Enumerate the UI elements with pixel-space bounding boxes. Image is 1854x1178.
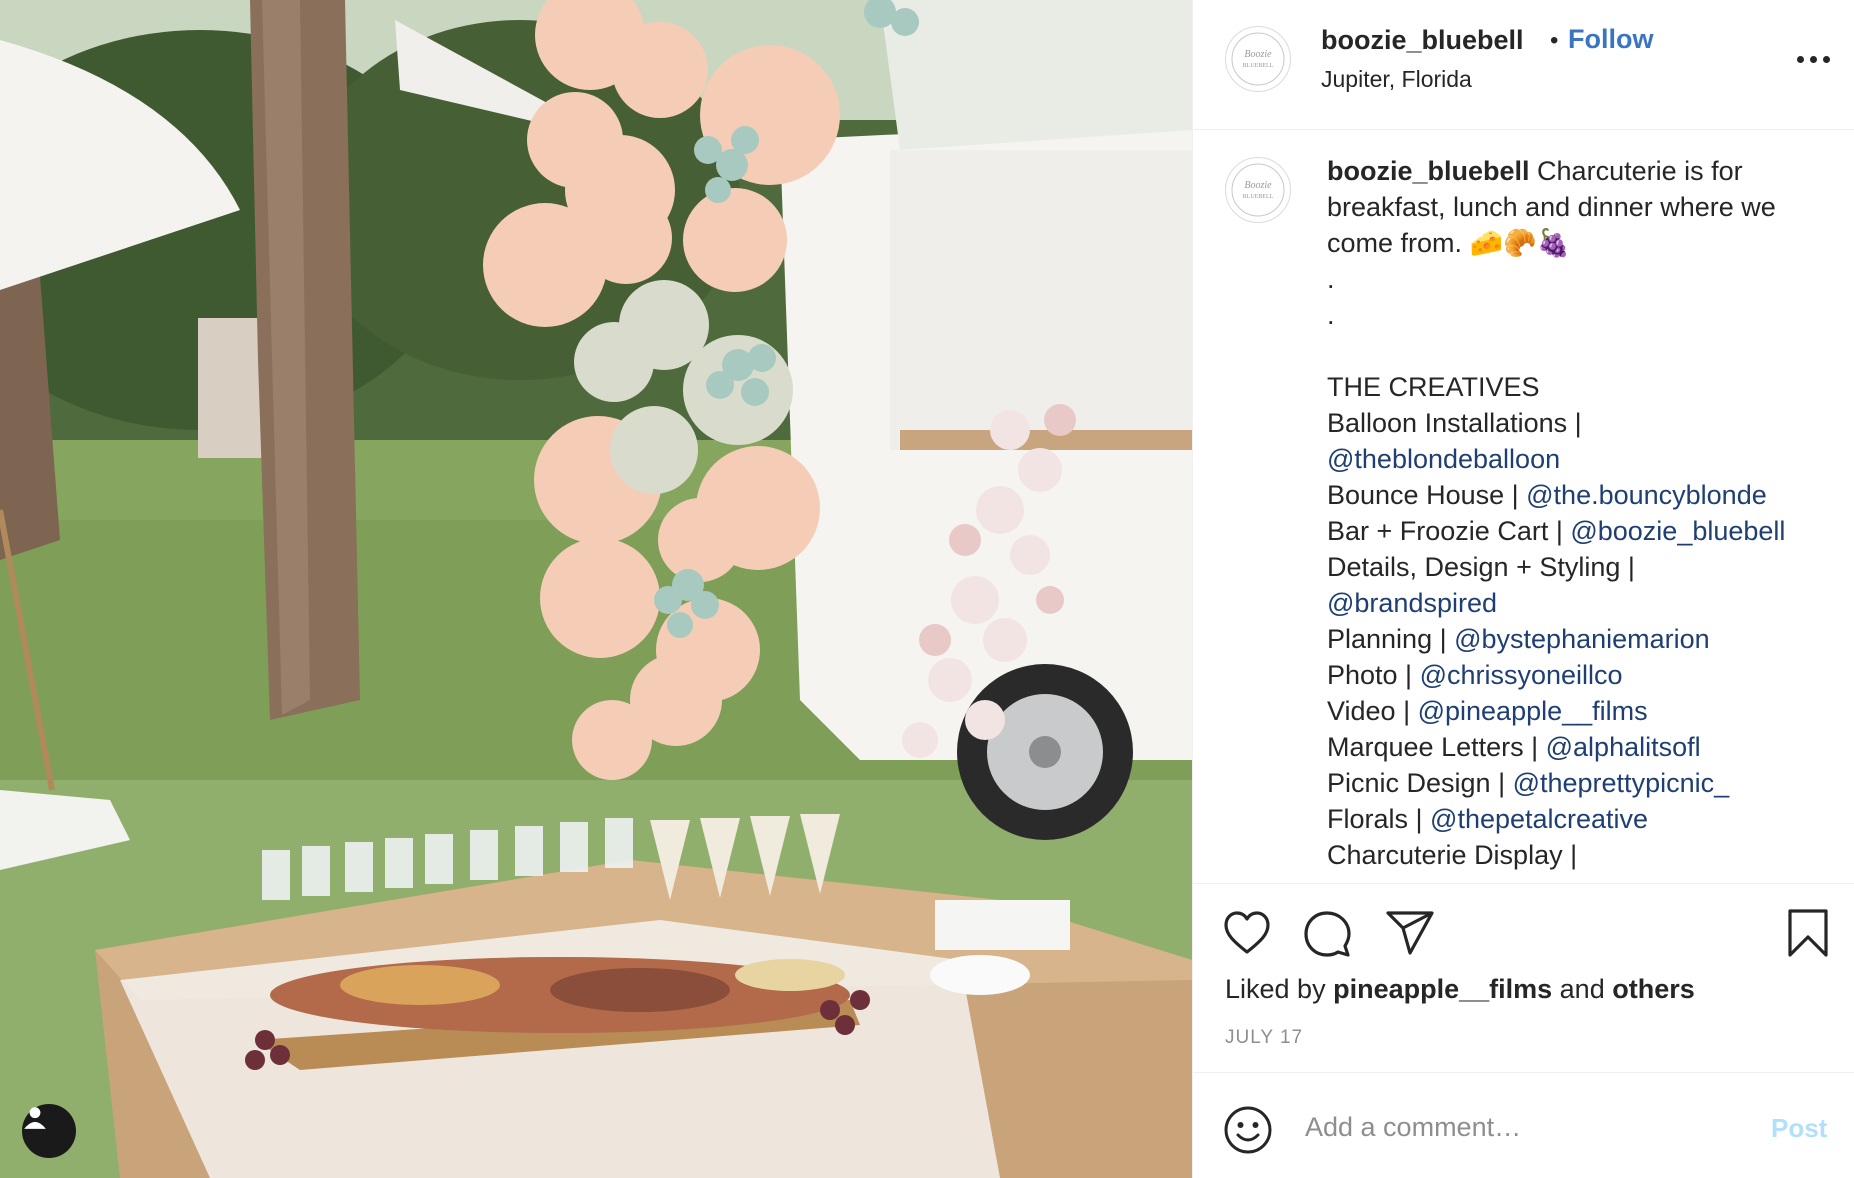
credit-row: Picnic Design | @theprettypicnic_	[1327, 765, 1827, 801]
caption-text: boozie_bluebell Charcuterie is for break…	[1327, 153, 1827, 873]
caption-line: breakfast, lunch and dinner where we	[1327, 192, 1776, 222]
caption-username[interactable]: boozie_bluebell	[1327, 156, 1530, 186]
credit-row: @theblondeballoon	[1327, 441, 1827, 477]
caption-line: come from. 🧀🥐🍇	[1327, 228, 1571, 258]
credit-label: Bounce House |	[1327, 480, 1527, 510]
credit-row: Florals | @thepetalcreative	[1327, 801, 1827, 837]
svg-text:Boozie: Boozie	[1244, 49, 1272, 60]
comment-input[interactable]	[1305, 1107, 1745, 1147]
post-date[interactable]: JULY 17	[1225, 1027, 1303, 1049]
credit-label: Marquee Letters |	[1327, 732, 1546, 762]
post-comment-button[interactable]: Post	[1771, 1113, 1827, 1144]
mention-link[interactable]: @boozie_bluebell	[1570, 516, 1785, 546]
credit-row: Details, Design + Styling |	[1327, 549, 1827, 585]
tagged-users-button[interactable]	[22, 1104, 76, 1158]
mention-link[interactable]: @chrissyoneillco	[1420, 660, 1623, 690]
more-dot-icon	[1823, 56, 1830, 63]
likes-middle: and	[1552, 974, 1613, 1004]
mention-link[interactable]: @the.bouncyblonde	[1526, 480, 1767, 510]
post-header: Boozie BLUEBELL boozie_bluebell • Follow…	[1193, 0, 1854, 130]
mention-link[interactable]: @bystephaniemarion	[1454, 624, 1710, 654]
svg-text:Boozie: Boozie	[1244, 180, 1272, 191]
credit-label: Balloon Installations |	[1327, 408, 1582, 438]
credit-row: Bounce House | @the.bouncyblonde	[1327, 477, 1827, 513]
creatives-heading: THE CREATIVES	[1327, 372, 1540, 402]
boozie-bluebell-logo: Boozie BLUEBELL	[1231, 163, 1285, 217]
svg-text:BLUEBELL: BLUEBELL	[1243, 63, 1274, 69]
post-photo[interactable]	[0, 0, 1192, 1178]
likes-prefix: Liked by	[1225, 974, 1334, 1004]
mention-link[interactable]: @alphalitsofl	[1546, 732, 1701, 762]
smiley-icon[interactable]	[1223, 1105, 1273, 1155]
credit-row: @brandspired	[1327, 585, 1827, 621]
credit-row: Video | @pineapple__films	[1327, 693, 1827, 729]
more-options-button[interactable]	[1797, 54, 1831, 66]
mention-link[interactable]: @thepetalcreative	[1430, 804, 1648, 834]
separator-dot: •	[1550, 27, 1559, 54]
mention-link[interactable]: @theblondeballoon	[1327, 444, 1560, 474]
credit-label: Florals |	[1327, 804, 1431, 834]
credit-row: Charcuterie Display |	[1327, 837, 1827, 873]
credit-label: Charcuterie Display |	[1327, 840, 1578, 870]
mention-link[interactable]: @brandspired	[1327, 588, 1497, 618]
liker-username[interactable]: pineapple__films	[1333, 974, 1552, 1004]
avatar[interactable]: Boozie BLUEBELL	[1225, 26, 1291, 92]
credit-row: Planning | @bystephaniemarion	[1327, 621, 1827, 657]
caption-line: Charcuterie is for	[1537, 156, 1743, 186]
party-scene-illustration	[0, 0, 1192, 1178]
boozie-bluebell-logo: Boozie BLUEBELL	[1231, 32, 1285, 86]
credit-label: Photo |	[1327, 660, 1420, 690]
paper-plane-icon[interactable]	[1385, 910, 1435, 956]
credit-row: Marquee Letters | @alphalitsofl	[1327, 729, 1827, 765]
credit-row: Balloon Installations |	[1327, 405, 1827, 441]
credit-label: Planning |	[1327, 624, 1455, 654]
credit-label: Video |	[1327, 696, 1418, 726]
caption-dot: .	[1327, 264, 1335, 294]
credit-row: Photo | @chrissyoneillco	[1327, 657, 1827, 693]
comment-box: Post	[1193, 1072, 1854, 1178]
comment-icon[interactable]	[1303, 910, 1351, 958]
post-sidebar: Boozie BLUEBELL boozie_bluebell • Follow…	[1192, 0, 1854, 1178]
post-username[interactable]: boozie_bluebell	[1321, 25, 1524, 56]
more-dot-icon	[1810, 56, 1817, 63]
credit-label: Details, Design + Styling |	[1327, 552, 1635, 582]
credit-row: Bar + Froozie Cart | @boozie_bluebell	[1327, 513, 1827, 549]
more-dot-icon	[1797, 56, 1804, 63]
bookmark-icon[interactable]	[1787, 908, 1829, 958]
likes-others-link[interactable]: others	[1612, 974, 1695, 1004]
person-icon	[24, 1107, 46, 1129]
credit-label: Picnic Design |	[1327, 768, 1513, 798]
credit-label: Bar + Froozie Cart |	[1327, 516, 1571, 546]
svg-text:BLUEBELL: BLUEBELL	[1243, 194, 1274, 200]
caption-area: Boozie BLUEBELL boozie_bluebell Charcute…	[1193, 131, 1854, 883]
avatar[interactable]: Boozie BLUEBELL	[1225, 157, 1291, 223]
heart-icon[interactable]	[1223, 910, 1271, 956]
follow-button[interactable]: Follow	[1568, 24, 1653, 55]
mention-link[interactable]: @pineapple__films	[1418, 696, 1648, 726]
caption-dot: .	[1327, 300, 1335, 330]
likes-summary: Liked by pineapple__films and others	[1225, 974, 1695, 1005]
post-location[interactable]: Jupiter, Florida	[1321, 66, 1472, 93]
mention-link[interactable]: @theprettypicnic_	[1513, 768, 1730, 798]
